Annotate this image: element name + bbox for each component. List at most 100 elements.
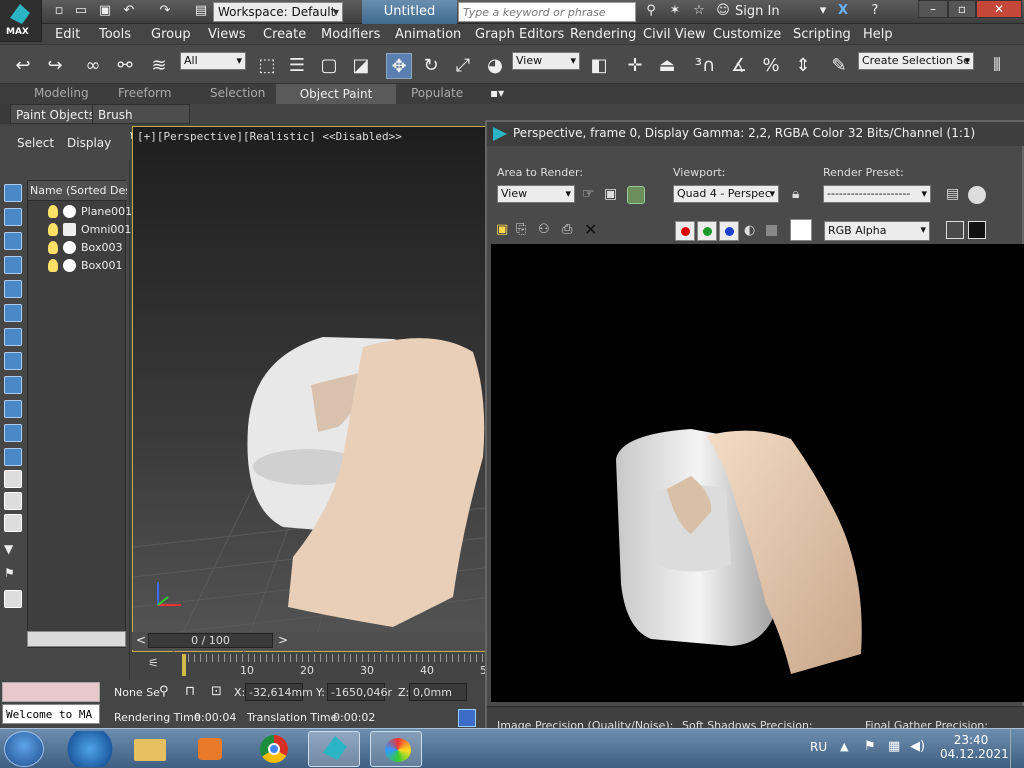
- tab-modeling[interactable]: Modeling: [34, 86, 89, 100]
- paint-task-icon[interactable]: [370, 731, 422, 767]
- mirror-icon[interactable]: ⫴: [984, 53, 1010, 79]
- menu-rendering[interactable]: Rendering: [570, 27, 636, 42]
- explorer-tab-select[interactable]: Select: [17, 136, 54, 150]
- toggle-ui-icon[interactable]: [968, 221, 986, 239]
- maximize-button[interactable]: ▫: [948, 0, 976, 18]
- color-swatch[interactable]: [790, 219, 812, 241]
- open-icon[interactable]: ▭: [72, 3, 90, 21]
- close-button[interactable]: ✕: [976, 0, 1022, 18]
- list-item[interactable]: Plane001: [28, 203, 132, 221]
- start-button[interactable]: [4, 731, 44, 767]
- chevron-down-icon[interactable]: ▾: [814, 3, 832, 21]
- chrome-icon[interactable]: [248, 731, 300, 767]
- select-by-name-icon[interactable]: ☰: [284, 53, 310, 79]
- undo-icon[interactable]: ↶: [120, 3, 138, 21]
- volume-icon[interactable]: ◀): [910, 739, 925, 754]
- ribbon-options-icon[interactable]: ▪▾: [490, 86, 504, 100]
- select-and-move-icon[interactable]: ✥: [386, 53, 412, 79]
- display-containers-icon[interactable]: [4, 424, 22, 442]
- alpha-channel-icon[interactable]: ◐: [744, 223, 755, 238]
- display-lights-icon[interactable]: [4, 256, 22, 274]
- explorer-tab-display[interactable]: Display: [67, 136, 111, 150]
- horizontal-scrollbar[interactable]: [27, 631, 126, 647]
- list-item[interactable]: Omni001: [28, 221, 131, 239]
- redo-icon[interactable]: ↪: [42, 53, 68, 79]
- display-cameras-icon[interactable]: [4, 280, 22, 298]
- clear-icon[interactable]: ✕: [584, 220, 597, 239]
- redo-icon[interactable]: ↷: [156, 3, 174, 21]
- select-and-scale-icon[interactable]: ⤢: [450, 53, 476, 79]
- viewport-config-icon[interactable]: [458, 709, 476, 727]
- red-channel-toggle[interactable]: [675, 221, 695, 241]
- workspace-dropdown[interactable]: Workspace: Default ▾: [213, 2, 343, 22]
- render-preset-dropdown[interactable]: --------------------- ▾: [823, 185, 931, 203]
- light-bulb-icon[interactable]: [48, 259, 58, 272]
- x-coordinate-field[interactable]: -32,614mm: [245, 683, 313, 701]
- menu-create[interactable]: Create: [263, 27, 306, 42]
- blue-channel-toggle[interactable]: [719, 221, 739, 241]
- selection-filter-dropdown[interactable]: All ▾: [180, 52, 246, 70]
- display-frozen-icon[interactable]: [4, 448, 22, 466]
- window-crossing-icon[interactable]: ◪: [348, 53, 374, 79]
- list-item[interactable]: Box003: [28, 239, 126, 257]
- display-groups-icon[interactable]: [4, 352, 22, 370]
- binoculars-icon[interactable]: ⚲: [642, 3, 660, 21]
- time-prev-icon[interactable]: <: [136, 633, 146, 647]
- y-coordinate-field[interactable]: -1650,046r: [327, 683, 392, 701]
- display-shapes-icon[interactable]: [4, 232, 22, 250]
- render-setup-icon[interactable]: ▤: [946, 186, 964, 204]
- invert-display-icon[interactable]: [4, 514, 22, 532]
- menu-edit[interactable]: Edit: [55, 27, 80, 42]
- named-selection-sets-dropdown[interactable]: Create Selection Se ▾: [858, 52, 974, 70]
- time-slider[interactable]: 0 / 100: [148, 633, 273, 648]
- new-icon[interactable]: ▫: [50, 3, 68, 21]
- z-coordinate-field[interactable]: 0,0mm: [409, 683, 467, 701]
- render-window-titlebar[interactable]: Perspective, frame 0, Display Gamma: 2,2…: [487, 122, 1024, 146]
- percent-snap-icon[interactable]: %: [758, 53, 784, 79]
- app-menu-button[interactable]: MAX: [0, 0, 42, 42]
- filter-icon[interactable]: ▼: [4, 542, 22, 560]
- menu-animation[interactable]: Animation: [395, 27, 461, 42]
- layer-icon[interactable]: [4, 590, 22, 608]
- menu-civil-view[interactable]: Civil View: [643, 27, 706, 42]
- curve-editor-icon[interactable]: ⚟: [148, 656, 164, 672]
- 3dsmax-task-icon[interactable]: [308, 731, 360, 767]
- sign-in-link[interactable]: Sign In: [735, 4, 780, 19]
- green-channel-toggle[interactable]: [697, 221, 717, 241]
- viewport-label[interactable]: [+][Perspective][Realistic] <<Disabled>>: [137, 130, 402, 143]
- keyboard-shortcut-override-icon[interactable]: ⏏: [654, 53, 680, 79]
- lock-icon[interactable]: 🔒︎: [792, 186, 799, 202]
- exchange-apps-icon[interactable]: X: [834, 3, 852, 21]
- lock-selection-icon[interactable]: ⊓: [185, 684, 195, 699]
- list-item[interactable]: Box001: [28, 257, 126, 275]
- menu-graph-editors[interactable]: Graph Editors: [475, 27, 564, 42]
- area-to-render-dropdown[interactable]: View ▾: [497, 185, 575, 203]
- search-input[interactable]: Type a keyword or phrase: [458, 2, 636, 22]
- placement-icon[interactable]: ◕: [482, 53, 508, 79]
- reference-coordinate-dropdown[interactable]: View ▾: [512, 52, 580, 70]
- media-player-icon[interactable]: [184, 731, 236, 767]
- environment-icon[interactable]: [968, 186, 986, 204]
- spinner-snap-icon[interactable]: ⇕: [790, 53, 816, 79]
- menu-views[interactable]: Views: [208, 27, 246, 42]
- network-icon[interactable]: ▦: [888, 739, 900, 754]
- rectangular-selection-icon[interactable]: ▢: [316, 53, 342, 79]
- monochrome-icon[interactable]: [766, 225, 777, 236]
- display-none-icon[interactable]: [4, 184, 22, 202]
- internet-explorer-icon[interactable]: [64, 731, 116, 767]
- display-helpers-icon[interactable]: [4, 304, 22, 322]
- favorites-star-icon[interactable]: ☆: [690, 3, 708, 21]
- align-icon[interactable]: ▕: [1008, 53, 1024, 79]
- menu-help[interactable]: Help: [863, 27, 893, 42]
- menu-tools[interactable]: Tools: [99, 27, 131, 42]
- subtab-paint-objects[interactable]: Paint Objects: [10, 104, 101, 124]
- language-indicator[interactable]: RU: [810, 740, 827, 754]
- display-geometry-icon[interactable]: [4, 208, 22, 226]
- copy-image-icon[interactable]: ⎘: [516, 222, 526, 237]
- angle-snap-icon[interactable]: ∡: [726, 53, 752, 79]
- light-bulb-icon[interactable]: [48, 241, 58, 254]
- tab-selection[interactable]: Selection: [210, 86, 265, 100]
- track-bar[interactable]: ⚟ 10 20 30 40 5: [132, 652, 492, 680]
- save-icon[interactable]: ▣: [96, 3, 114, 21]
- menu-group[interactable]: Group: [151, 27, 191, 42]
